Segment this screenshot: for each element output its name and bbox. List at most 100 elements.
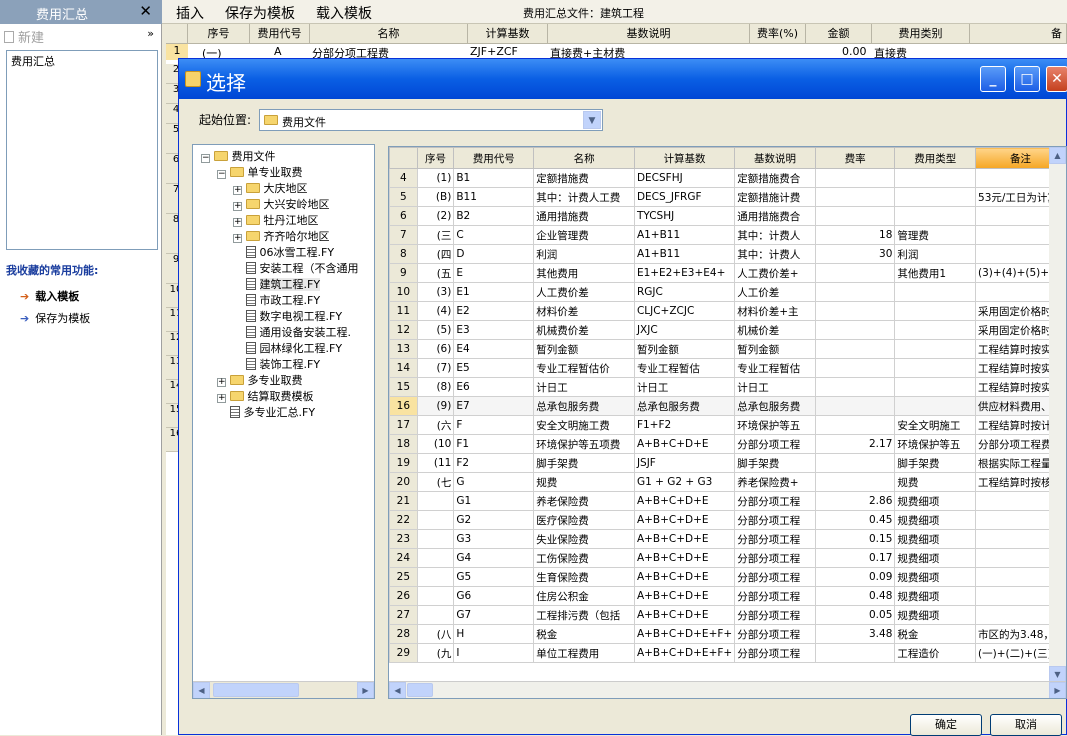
table-row[interactable]: 25 G5 生育保险费 A+B+C+D+E 分部分项工程 0.09 规费细项: [389, 567, 1066, 587]
table-cell[interactable]: 机械价差: [734, 320, 816, 340]
table-cell[interactable]: 其他费用1: [894, 263, 977, 283]
tree-node[interactable]: − 费用文件: [201, 149, 276, 165]
table-row[interactable]: 27 G7 工程排污费（包括 A+B+C+D+E 分部分项工程 0.05 规费细项: [389, 605, 1066, 625]
expand-toggle-icon[interactable]: +: [233, 202, 242, 211]
table-cell[interactable]: 分部分项工程: [734, 643, 816, 663]
tree-node[interactable]: + 大庆地区: [233, 181, 308, 197]
table-row[interactable]: 16 (9) E7 总承包服务费 总承包服务费 总承包服务费 供应材料费用、: [389, 396, 1066, 416]
table-cell[interactable]: A1+B11: [633, 225, 736, 245]
table-row[interactable]: 21 G1 养老保险费 A+B+C+D+E 分部分项工程 2.86 规费细项: [389, 491, 1066, 511]
table-cell[interactable]: 计日工: [533, 377, 635, 397]
table-cell[interactable]: 税金: [894, 624, 977, 644]
scroll-thumb[interactable]: [407, 683, 433, 697]
table-cell[interactable]: 3.48: [814, 624, 896, 644]
table-cell[interactable]: [894, 282, 977, 302]
table-cell[interactable]: 医疗保险费: [533, 510, 635, 530]
table-cell[interactable]: 单位工程费用: [533, 643, 635, 663]
col-header[interactable]: 基数说明: [734, 147, 816, 169]
table-cell[interactable]: F2: [453, 453, 535, 473]
table-cell[interactable]: 脚手架费: [533, 453, 635, 473]
table-cell[interactable]: 其中：计费人工费: [533, 187, 635, 207]
scroll-right-icon[interactable]: ▶: [357, 682, 374, 698]
table-cell[interactable]: 分部分项工程: [734, 529, 816, 549]
tree-node[interactable]: 建筑工程.FY: [233, 277, 321, 293]
table-cell[interactable]: [894, 339, 977, 359]
table-cell[interactable]: F: [453, 415, 535, 435]
table-cell[interactable]: [814, 396, 896, 416]
table-cell[interactable]: 养老保险费+: [734, 472, 816, 492]
table-cell[interactable]: G1 + G2 + G3: [633, 472, 736, 492]
table-cell[interactable]: 人工费价差: [533, 282, 635, 302]
table-row[interactable]: 12 (5) E3 机械费价差 JXJC 机械价差 采用固定价格时: [389, 320, 1066, 340]
table-cell[interactable]: [814, 339, 896, 359]
tree-node[interactable]: + 牡丹江地区: [233, 213, 319, 229]
table-cell[interactable]: RGJC: [633, 282, 736, 302]
table-cell[interactable]: 通用措施费合: [734, 206, 816, 226]
table-cell[interactable]: DECS_JFRGF: [633, 187, 736, 207]
table-cell[interactable]: 定额措施计费: [734, 187, 816, 207]
table-cell[interactable]: (七: [416, 472, 455, 492]
table-row[interactable]: 6 (2) B2 通用措施费 TYCSHJ 通用措施费合: [389, 206, 1066, 226]
table-cell[interactable]: 专业工程暂估价: [533, 358, 635, 378]
table-cell[interactable]: 分部分项工程: [734, 548, 816, 568]
table-cell[interactable]: JXJC: [633, 320, 736, 340]
table-cell[interactable]: 总承包服务费: [734, 396, 816, 416]
maximize-icon[interactable]: □: [1014, 66, 1040, 92]
table-cell[interactable]: 规费细项: [894, 510, 977, 530]
table-cell[interactable]: 定额措施费: [533, 168, 635, 188]
table-cell[interactable]: G3: [453, 529, 535, 549]
table-cell[interactable]: [416, 510, 455, 530]
table-cell[interactable]: 其中：计费人: [734, 244, 816, 264]
table-cell[interactable]: (1): [416, 168, 455, 188]
table-cell[interactable]: 养老保险费: [533, 491, 635, 511]
table-cell[interactable]: [814, 206, 896, 226]
table-cell[interactable]: [416, 586, 455, 606]
table-cell[interactable]: (3): [416, 282, 455, 302]
tree-node[interactable]: + 多专业取费: [217, 373, 303, 389]
table-cell[interactable]: I: [453, 643, 535, 663]
table-row[interactable]: 29 (九 I 单位工程费用 A+B+C+D+E+F+ 分部分项工程 工程造价 (一)+(二)…: [389, 643, 1066, 663]
table-cell[interactable]: (2): [416, 206, 455, 226]
table-cell[interactable]: [416, 567, 455, 587]
table-cell[interactable]: [814, 415, 896, 435]
table-cell[interactable]: 利润: [894, 244, 977, 264]
table-cell[interactable]: 规费细项: [894, 567, 977, 587]
scroll-left-icon[interactable]: ◀: [193, 682, 210, 698]
table-cell[interactable]: 18: [814, 225, 896, 245]
tree-node[interactable]: 通用设备安装工程.: [233, 325, 351, 341]
tree-node[interactable]: 多专业汇总.FY: [217, 405, 315, 421]
table-cell[interactable]: 分部分项工程: [734, 491, 816, 511]
table-cell[interactable]: [894, 358, 977, 378]
table-cell[interactable]: [814, 282, 896, 302]
table-cell[interactable]: 规费细项: [894, 605, 977, 625]
table-cell[interactable]: E2: [453, 301, 535, 321]
table-cell[interactable]: B11: [453, 187, 535, 207]
col-header[interactable]: 费用类型: [894, 147, 977, 169]
save-template-button[interactable]: 保存为模板: [225, 3, 295, 23]
table-cell[interactable]: A+B+C+D+E: [633, 434, 736, 454]
table-cell[interactable]: (三: [416, 225, 455, 245]
tree-node[interactable]: 数字电视工程.FY: [233, 309, 342, 325]
table-cell[interactable]: 环境保护等五: [734, 415, 816, 435]
table-cell[interactable]: 材料价差: [533, 301, 635, 321]
table-cell[interactable]: (10: [416, 434, 455, 454]
table-cell[interactable]: 工程排污费（包括: [533, 605, 635, 625]
table-row[interactable]: 28 (八 H 税金 A+B+C+D+E+F+ 分部分项工程 3.48 税金 市区的为3.48，: [389, 624, 1066, 644]
table-cell[interactable]: (9): [416, 396, 455, 416]
table-cell[interactable]: D: [453, 244, 535, 264]
table-cell[interactable]: [416, 491, 455, 511]
fav-load-template[interactable]: ➔ 载入模板: [20, 288, 79, 304]
table-cell[interactable]: 规费: [533, 472, 635, 492]
col-header[interactable]: 费率: [814, 147, 896, 169]
table-cell[interactable]: (八: [416, 624, 455, 644]
table-cell[interactable]: B1: [453, 168, 535, 188]
table-cell[interactable]: [894, 187, 977, 207]
ok-button[interactable]: 确定: [910, 714, 982, 736]
table-row[interactable]: 26 G6 住房公积金 A+B+C+D+E 分部分项工程 0.48 规费细项: [389, 586, 1066, 606]
horizontal-scrollbar[interactable]: ◀ ▶: [193, 681, 374, 698]
table-cell[interactable]: 人工费价差+: [734, 263, 816, 283]
table-cell[interactable]: 0.17: [814, 548, 896, 568]
table-cell[interactable]: 分部分项工程: [734, 586, 816, 606]
table-cell[interactable]: 总承包服务费: [533, 396, 635, 416]
tree-node[interactable]: + 齐齐哈尔地区: [233, 229, 330, 245]
